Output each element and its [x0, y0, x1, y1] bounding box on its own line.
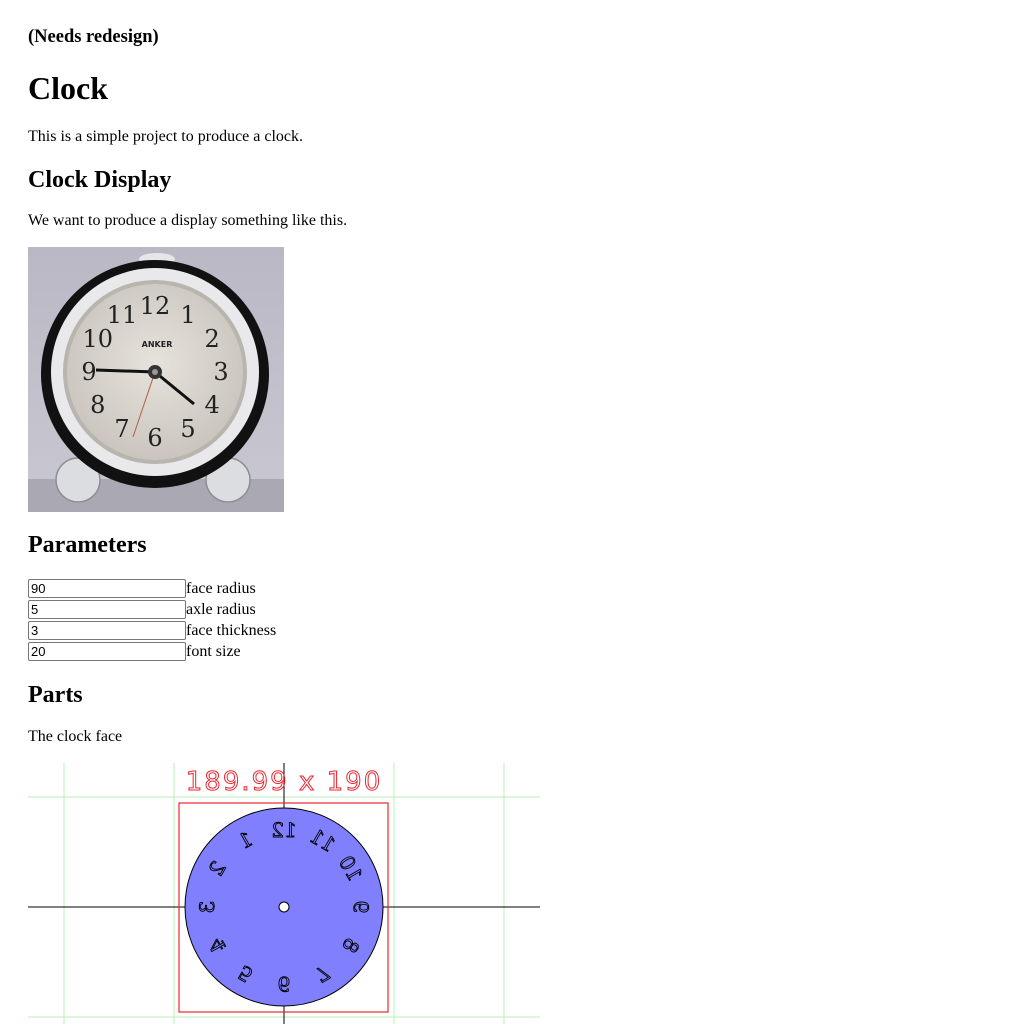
- photo-numeral: 1: [180, 301, 195, 329]
- axle-hole: [278, 901, 290, 913]
- photo-numeral: 12: [140, 292, 171, 320]
- status-note: (Needs redesign): [28, 27, 159, 47]
- param-row-face-radius: face radius: [28, 578, 276, 599]
- font-size-label: font size: [186, 642, 241, 660]
- face-thickness-label: face thickness: [186, 621, 277, 639]
- photo-numeral: 4: [205, 391, 220, 419]
- parameters-heading: Parameters: [28, 532, 147, 558]
- clock-brand: ANKER: [142, 340, 173, 349]
- axle-radius-input[interactable]: [28, 600, 186, 619]
- clock-photo: 12 1 2 3 4 5 6 7 8 9 10 11 ANKER: [28, 247, 284, 512]
- face-numeral: 3: [195, 901, 219, 914]
- param-row-axle-radius: axle radius: [28, 599, 276, 620]
- photo-numeral: 11: [107, 301, 138, 329]
- dimension-label: 189.99 x 190: [186, 767, 383, 797]
- photo-numeral: 10: [83, 325, 114, 353]
- font-size-input[interactable]: [28, 642, 186, 661]
- clock-display-text: We want to produce a display something l…: [28, 212, 348, 229]
- photo-numeral: 3: [213, 358, 228, 386]
- param-row-face-thickness: face thickness: [28, 620, 276, 641]
- axle-radius-label: axle radius: [186, 600, 256, 618]
- parameters-form: face radius axle radius face thickness f…: [28, 578, 276, 662]
- clock-face-caption: The clock face: [28, 728, 123, 745]
- photo-numeral: 8: [90, 391, 105, 419]
- clock-display-heading: Clock Display: [28, 167, 172, 193]
- photo-numeral: 5: [180, 415, 195, 443]
- face-numeral: 12: [271, 818, 296, 842]
- parts-heading: Parts: [28, 682, 83, 708]
- page-title: Clock: [28, 70, 108, 106]
- photo-numeral: 7: [114, 415, 129, 443]
- intro-text: This is a simple project to produce a cl…: [28, 128, 304, 145]
- face-numeral: 6: [278, 972, 291, 996]
- face-numeral: 9: [349, 901, 373, 914]
- face-radius-input[interactable]: [28, 579, 186, 598]
- clock-face-view: 189.99 x 190 12 1 2 3 4 5 6 7 8 9 10 11: [28, 763, 540, 1024]
- face-radius-label: face radius: [186, 579, 256, 597]
- photo-numeral: 9: [81, 358, 96, 386]
- photo-numeral: 6: [147, 424, 162, 452]
- param-row-font-size: font size: [28, 641, 276, 662]
- face-thickness-input[interactable]: [28, 621, 186, 640]
- photo-numeral: 2: [205, 325, 220, 353]
